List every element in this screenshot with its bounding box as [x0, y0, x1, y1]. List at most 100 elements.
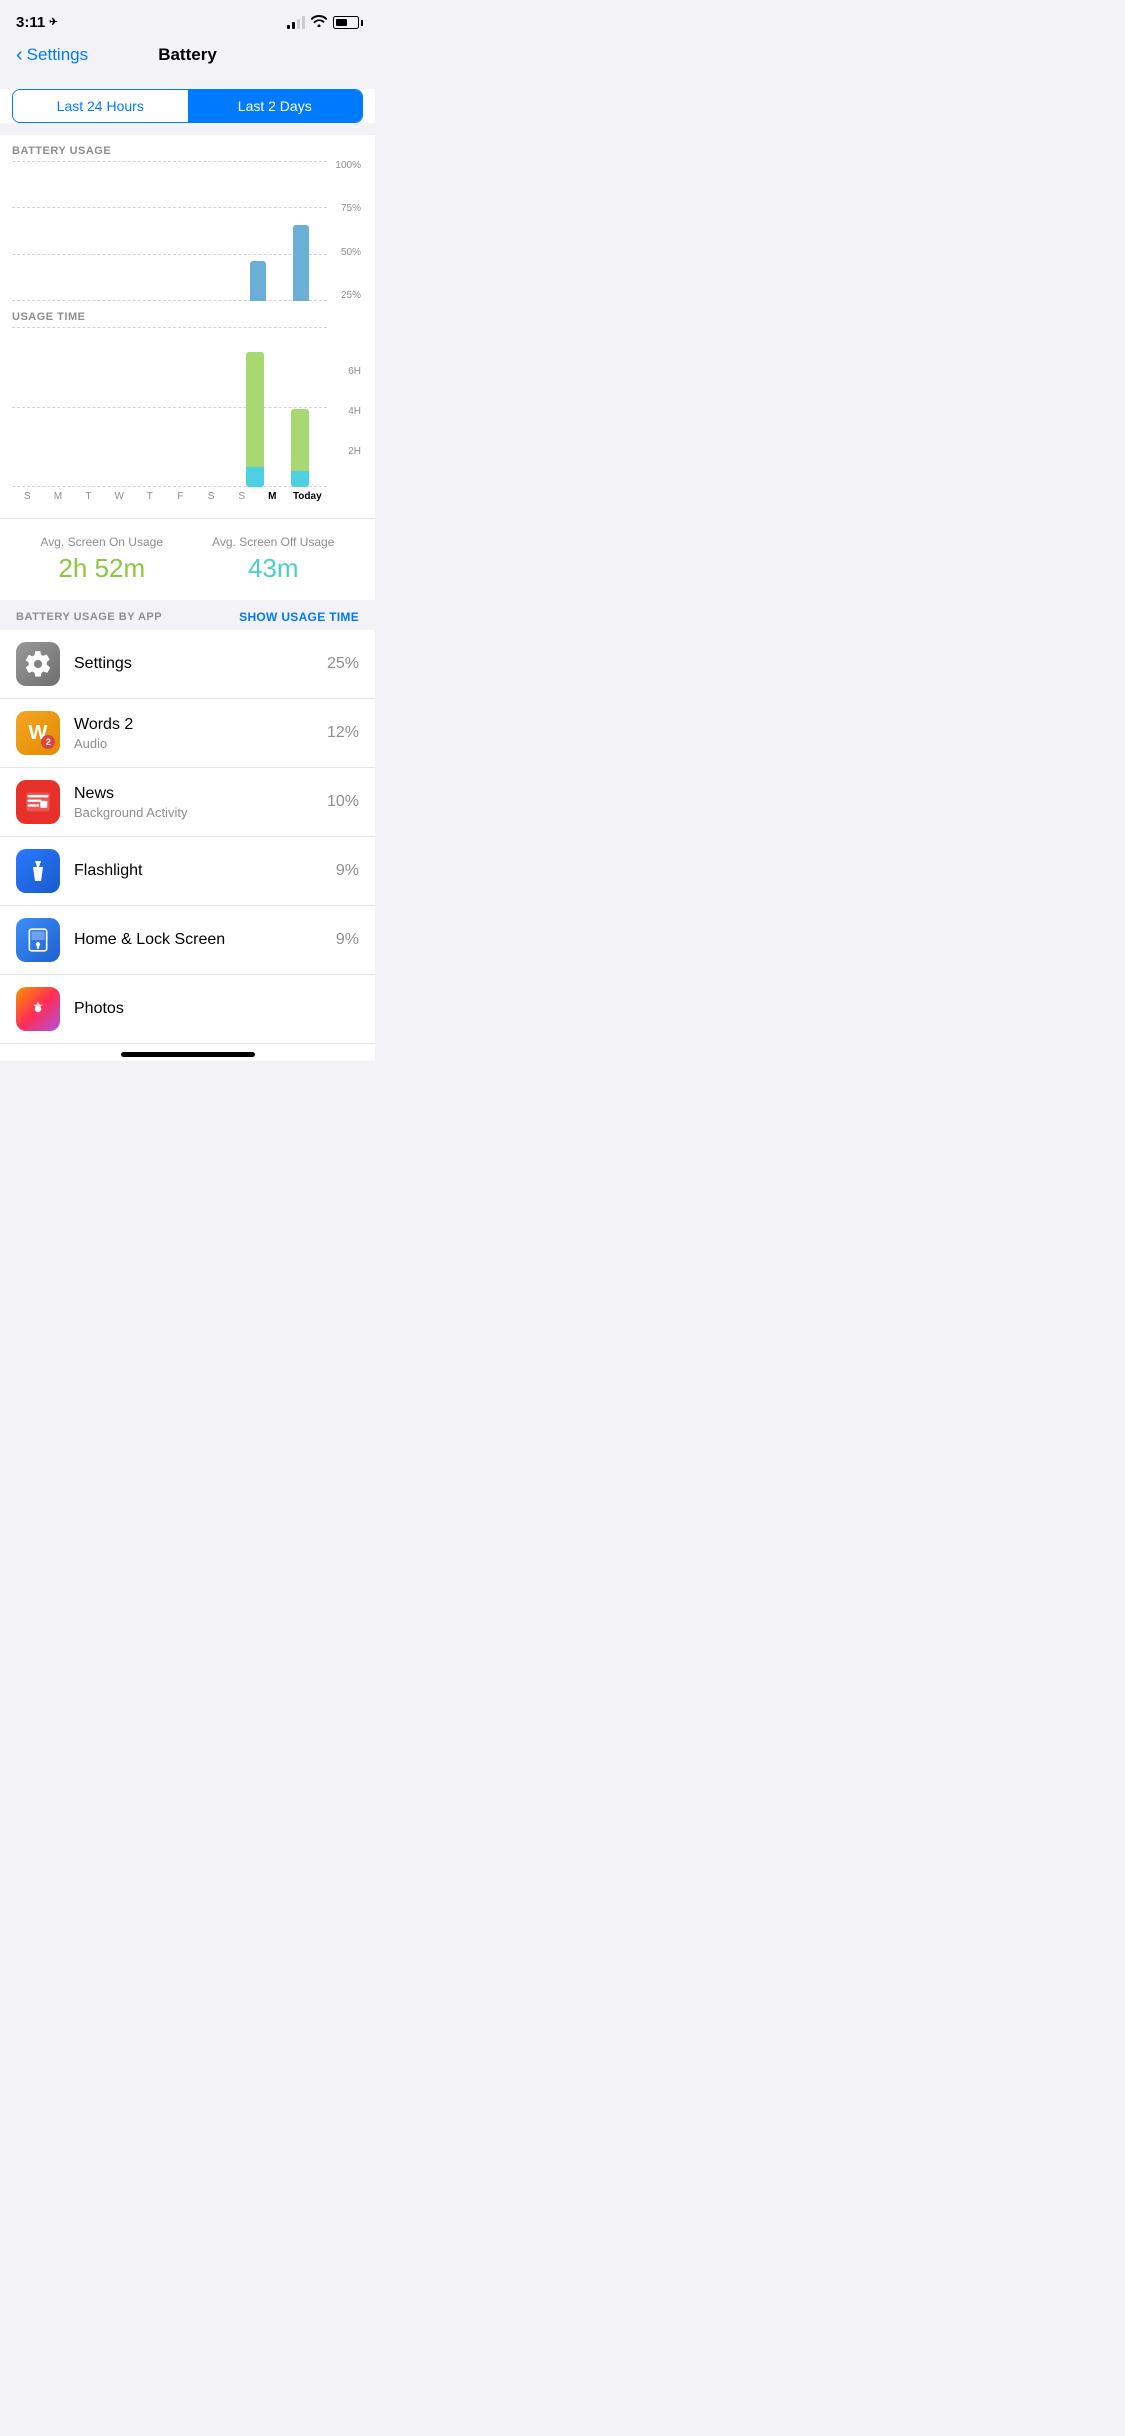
gear-icon [24, 650, 52, 678]
y-label-100: 100% [327, 161, 363, 171]
screen-off-stat: Avg. Screen Off Usage 43m [188, 535, 360, 584]
location-icon: ✈ [49, 17, 57, 28]
screen-on-stat: Avg. Screen On Usage 2h 52m [16, 535, 188, 584]
usage-bar-m2-off [246, 467, 264, 487]
usage-bar-today-off [291, 471, 309, 487]
segment-last-24h[interactable]: Last 24 Hours [13, 90, 188, 122]
time-display: 3:11 [16, 14, 45, 31]
signal-bar-2 [292, 22, 295, 29]
y-label-4h: 4H [327, 407, 363, 417]
x-label-w: W [109, 491, 129, 502]
app-row-flashlight[interactable]: Flashlight 9% [0, 837, 375, 906]
battery-chart: 100% 75% 50% 25% [12, 161, 363, 301]
bar-m2 [250, 261, 266, 301]
app-percent-words2: 12% [327, 724, 359, 742]
home-indicator [0, 1044, 375, 1061]
x-label-today: Today [293, 491, 322, 502]
flashlight-icon-svg [26, 859, 50, 883]
status-bar: 3:11 ✈ [0, 0, 375, 37]
app-percent-flashlight: 9% [336, 862, 359, 880]
x-label-f: F [170, 491, 190, 502]
app-name-homelock: Home & Lock Screen [74, 931, 322, 949]
wifi-icon [311, 15, 327, 30]
usage-chart: 6H 4H 2H [12, 327, 363, 487]
signal-bar-4 [302, 16, 305, 29]
x-label-m1: M [48, 491, 68, 502]
bar-today-battery [293, 225, 309, 301]
x-label-s1: S [17, 491, 37, 502]
screen-off-value: 43m [188, 553, 360, 584]
app-row-settings[interactable]: Settings 25% [0, 630, 375, 699]
app-row-homelock[interactable]: Home & Lock Screen 9% [0, 906, 375, 975]
homelock-icon-svg [25, 927, 51, 953]
y-label-6h: 6H [327, 367, 363, 377]
app-sub-words2: Audio [74, 736, 313, 751]
app-list: Settings 25% W 2 Words 2 Audio 12% News … [0, 630, 375, 1044]
app-name-flashlight: Flashlight [74, 862, 322, 880]
usage-bars [12, 327, 327, 487]
app-row-words2[interactable]: W 2 Words 2 Audio 12% [0, 699, 375, 768]
segment-container: Last 24 Hours Last 2 Days [0, 89, 375, 123]
battery-fill [336, 19, 347, 26]
usage-bar-m2-group [246, 352, 264, 487]
app-info-words2: Words 2 Audio [74, 716, 313, 751]
screen-on-value: 2h 52m [16, 553, 188, 584]
app-name-words2: Words 2 [74, 716, 313, 734]
x-label-m2: M [262, 491, 282, 502]
app-percent-settings: 25% [327, 655, 359, 673]
app-icon-homelock [16, 918, 60, 962]
battery-y-labels: 100% 75% 50% 25% [327, 161, 363, 301]
x-label-t1: T [79, 491, 99, 502]
segment-control: Last 24 Hours Last 2 Days [12, 89, 363, 123]
signal-bar-3 [297, 19, 300, 29]
x-label-s3: S [232, 491, 252, 502]
app-info-settings: Settings [74, 655, 313, 673]
app-info-photos: Photos [74, 1000, 345, 1018]
y-label-25: 25% [327, 291, 363, 301]
app-row-photos[interactable]: Photos [0, 975, 375, 1044]
app-icon-settings [16, 642, 60, 686]
app-sub-news: Background Activity [74, 805, 313, 820]
usage-bar-m2-on [246, 352, 264, 467]
nav-bar: ‹ Settings Battery [0, 37, 375, 77]
y-label-75: 75% [327, 204, 363, 214]
segment-last-2-days[interactable]: Last 2 Days [188, 90, 363, 122]
app-name-photos: Photos [74, 1000, 345, 1018]
app-info-flashlight: Flashlight [74, 862, 322, 880]
app-percent-news: 10% [327, 793, 359, 811]
battery-icon [333, 16, 359, 29]
screen-on-label: Avg. Screen On Usage [16, 535, 188, 549]
back-label: Settings [27, 45, 88, 65]
app-percent-homelock: 9% [336, 931, 359, 949]
battery-usage-label: BATTERY USAGE [12, 135, 363, 161]
x-label-s2: S [201, 491, 221, 502]
app-info-homelock: Home & Lock Screen [74, 931, 322, 949]
status-icons [287, 15, 359, 30]
chevron-left-icon: ‹ [16, 44, 23, 67]
y-label-50: 50% [327, 248, 363, 258]
usage-bar-today-group [291, 409, 309, 487]
words2-icon-text: W 2 [29, 722, 48, 745]
news-icon-svg [24, 788, 52, 816]
app-section-label: BATTERY USAGE BY APP [16, 611, 162, 623]
usage-y-labels: 6H 4H 2H [327, 327, 363, 487]
app-name-news: News [74, 785, 313, 803]
x-label-t2: T [140, 491, 160, 502]
show-usage-time-button[interactable]: SHOW USAGE TIME [239, 610, 359, 624]
battery-usage-section: BATTERY USAGE 100% 75% 50% 25% [0, 135, 375, 518]
app-section-header: BATTERY USAGE BY APP SHOW USAGE TIME [0, 600, 375, 630]
back-button[interactable]: ‹ Settings [16, 44, 88, 67]
screen-off-label: Avg. Screen Off Usage [188, 535, 360, 549]
signal-bar-1 [287, 25, 290, 29]
app-row-news[interactable]: News Background Activity 10% [0, 768, 375, 837]
photos-icon-svg [25, 996, 51, 1022]
page-title: Battery [158, 45, 217, 65]
app-icon-photos [16, 987, 60, 1031]
usage-bar-today-on [291, 409, 309, 471]
app-icon-flashlight [16, 849, 60, 893]
status-time: 3:11 ✈ [16, 14, 58, 31]
words2-badge: 2 [41, 735, 55, 749]
x-axis-labels: S M T W T F S S M Today [12, 487, 363, 510]
app-name-settings: Settings [74, 655, 313, 673]
app-icon-words2: W 2 [16, 711, 60, 755]
